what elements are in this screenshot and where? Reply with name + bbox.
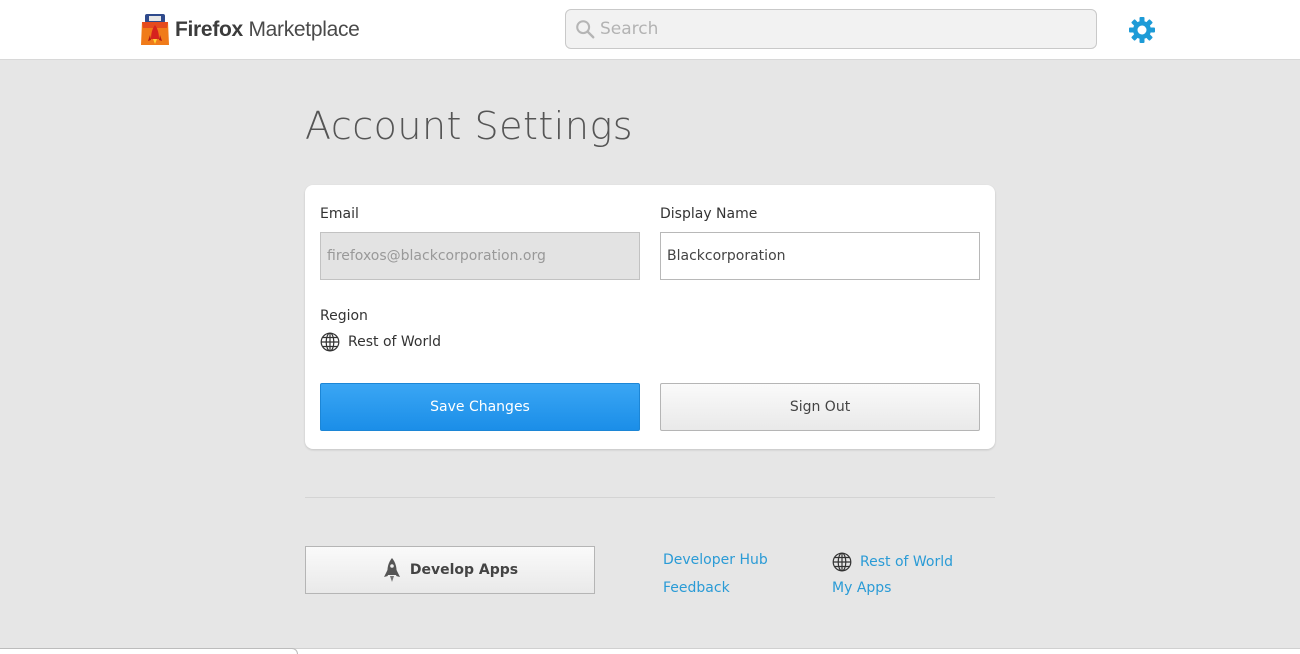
logo-wordmark: Firefox Marketplace [175, 18, 360, 42]
page-title: Account Settings [305, 104, 634, 148]
globe-icon [832, 552, 852, 572]
search-input[interactable] [600, 19, 1080, 39]
region-value: Rest of World [320, 332, 441, 352]
region-value-text: Rest of World [348, 334, 442, 350]
display-name-field[interactable]: Blackcorporation [660, 232, 980, 280]
developer-hub-link[interactable]: Developer Hub [663, 552, 768, 568]
display-name-label: Display Name [660, 206, 758, 222]
footer-region-link[interactable]: Rest of World [832, 552, 953, 572]
save-changes-button[interactable]: Save Changes [320, 383, 640, 431]
site-header: Firefox Marketplace [0, 0, 1300, 60]
settings-gear-icon[interactable] [1128, 16, 1156, 44]
feedback-link[interactable]: Feedback [663, 580, 730, 596]
develop-apps-label: Develop Apps [409, 562, 519, 578]
logo-wordmark-bold: Firefox [175, 18, 243, 41]
email-label: Email [320, 206, 359, 222]
footer-region-label: Rest of World [860, 554, 954, 570]
bottom-tab [0, 648, 298, 654]
sign-out-button[interactable]: Sign Out [660, 383, 980, 431]
region-label: Region [320, 308, 368, 324]
my-apps-link[interactable]: My Apps [832, 580, 891, 596]
footer-divider [305, 497, 995, 498]
logo-wordmark-rest: Marketplace [242, 18, 360, 41]
search-box[interactable] [565, 9, 1097, 49]
globe-icon [320, 332, 340, 352]
email-field: firefoxos@blackcorporation.org [320, 232, 640, 280]
develop-apps-button[interactable]: Develop Apps [305, 546, 595, 594]
marketplace-logo[interactable]: Firefox Marketplace [139, 14, 360, 46]
rocket-icon [383, 558, 400, 582]
search-icon [576, 20, 595, 39]
marketplace-logo-icon [141, 14, 169, 45]
account-settings-card: Email firefoxos@blackcorporation.org Dis… [305, 185, 995, 449]
